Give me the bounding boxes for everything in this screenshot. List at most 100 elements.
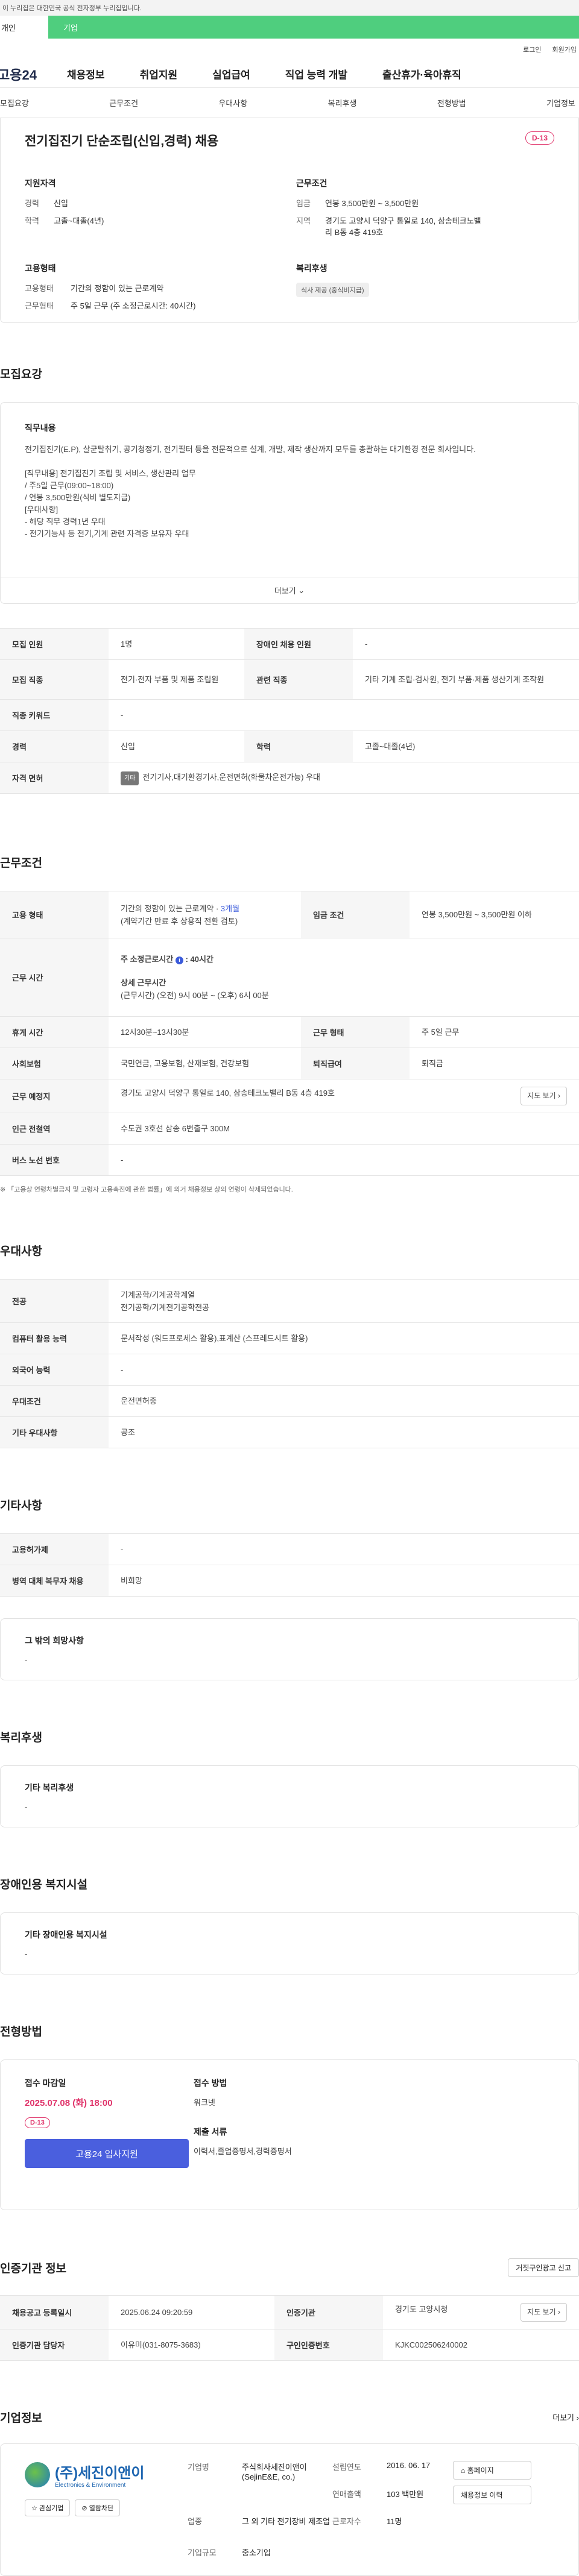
hours-detail: (근무시간) (오전) 9시 00분 ~ (오후) 6시 00분	[121, 991, 269, 1000]
homepage-button[interactable]: ⌂ 홈페이지	[453, 2461, 531, 2480]
license-chip: 기타	[121, 771, 139, 785]
employment-form-title: 고용형태	[25, 263, 56, 273]
table-key: 휴게 시간	[0, 1016, 109, 1048]
table-key: 버스 노선 번호	[0, 1144, 109, 1176]
work-section-title: 근무조건	[0, 857, 42, 870]
table-value: 기타 기계 조립·검사원, 전기 부품·제품 생산기계 조작원	[353, 659, 579, 700]
hours-detail-title: 상세 근무시간	[121, 978, 166, 987]
subnav-recruit[interactable]: 모집요강	[0, 97, 29, 108]
docs-title: 제출 서류	[194, 2127, 227, 2137]
chevron-right-icon: ›	[558, 1092, 560, 1100]
star-icon: ☆	[31, 2505, 37, 2512]
tab-person[interactable]: 개인	[0, 16, 48, 39]
duty-line: 전기집진기(E.P), 살균탈취기, 공기청정기, 전기필터 등을 전문적으로 …	[25, 445, 476, 454]
duty-card: 직무내용 전기집진기(E.P), 살균탈취기, 공기청정기, 전기필터 등을 전…	[0, 402, 579, 604]
qual-key: 경력	[25, 199, 39, 208]
license-value: 전기기사,대기환경기사,운전면허(화물차운전가능) 우대	[142, 772, 320, 782]
company-section: 기업정보 더보기 › (주)세진이앤이 Electronics & Enviro…	[0, 2361, 579, 2576]
site-logo[interactable]: 고용24	[0, 64, 67, 84]
table-row: 인근 전철역 수도권 3호선 삼송 6번출구 300M	[0, 1113, 579, 1145]
chevron-down-icon: ⌄	[298, 585, 305, 595]
form-key: 근무형태	[25, 301, 54, 310]
cond-value: 연봉 3,500만원 ~ 3,500만원	[325, 199, 419, 208]
table-row: 경력 신입 학력 고졸~대졸(4년)	[0, 730, 579, 762]
job-history-button[interactable]: 채용정보 이력	[453, 2486, 531, 2504]
duty-line: / 주5일 근무(09:00~18:00)	[25, 481, 114, 490]
deadline-block: 접수 마감일 2025.07.08 (화) 18:00 D-13 고용24 입사…	[25, 2077, 194, 2193]
subnav-preferences[interactable]: 우대사항	[218, 97, 247, 108]
weekly-hours: 주 소정근로시간 i : 40시간	[121, 955, 214, 964]
table-value: 퇴직금	[410, 1048, 579, 1079]
disabled-facility-section: 장애인용 복지시설 기타 장애인용 복지시설 -	[0, 1827, 579, 1974]
welfare-value: -	[25, 1802, 28, 1811]
company-section-title: 기업정보	[0, 2412, 42, 2425]
process-card: 접수 마감일 2025.07.08 (화) 18:00 D-13 고용24 입사…	[0, 2059, 579, 2210]
gnb-parental-leave[interactable]: 출산휴가·육아휴직	[382, 66, 461, 81]
recruit-table: 모집 인원 1명 장애인 채용 인원 - 모집 직종 전기·전자 부품 및 제품 조립…	[0, 628, 579, 794]
table-value: 기타 전기기사,대기환경기사,운전면허(화물차운전가능) 우대	[109, 762, 579, 794]
table-value: -	[109, 1144, 579, 1176]
qualification-block: 지원자격 경력 신입 학력 고졸~대졸(4년)	[25, 177, 296, 244]
map-button[interactable]: 지도 보기 ›	[520, 1087, 567, 1105]
contract-period: 3개월	[220, 903, 240, 913]
work-table: 고용 형태 기간의 정함이 있는 근로계약 · 3개월 (계약기간 만료 후 상용…	[0, 891, 579, 1176]
signup-link[interactable]: 회원가입	[552, 45, 577, 54]
duty-line	[25, 456, 554, 468]
table-value: -	[353, 628, 579, 660]
table-row: 근무 예정지 경기도 고양시 덕양구 통일로 140, 삼송테크노밸리 B동 4…	[0, 1079, 579, 1113]
duty-more-button[interactable]: 더보기 ⌄	[1, 577, 578, 603]
company-info-spacer	[188, 2488, 242, 2505]
table-key: 근무 예정지	[0, 1079, 109, 1113]
dday-badge: D-13	[525, 131, 554, 145]
age-notice: ※ 「고용상 연령차별금지 및 고령자 고용촉진에 관한 법률」에 의거 채용정…	[0, 1186, 293, 1193]
cond-value: 경기도 고양시 덕양구 통일로 140, 삼송테크노밸리 B동 4층 419호	[325, 216, 481, 237]
report-false-ad-button[interactable]: 거짓구인광고 신고	[508, 2258, 579, 2277]
major-item: 기계공학/기계공학계열	[121, 1290, 195, 1299]
table-value: 경기도 고양시 덕양구 통일로 140, 삼송테크노밸리 B동 4층 419호 지…	[109, 1079, 579, 1113]
map-button-label: 지도 보기	[527, 1092, 556, 1100]
employment-form-value: 기간의 정함이 있는 근로계약 ·	[121, 903, 221, 913]
gnb-unemployment-benefit[interactable]: 실업급여	[212, 66, 250, 81]
company-info-key: 업종	[188, 2516, 202, 2526]
company-more-link[interactable]: 더보기 ›	[552, 2411, 579, 2423]
company-buttons: ⌂ 홈페이지 채용정보 이력	[453, 2461, 531, 2505]
etc-section-title: 기타사항	[0, 1500, 42, 1512]
table-key: 모집 직종	[0, 659, 109, 700]
subnav-conditions[interactable]: 근무조건	[109, 97, 138, 108]
employment-form-block: 고용형태 고용형태 기간의 정함이 있는 근로계약 근무형태 주 5일 근무 (주 …	[25, 262, 296, 318]
gnb-jobs[interactable]: 채용정보	[67, 66, 105, 81]
gnb-skill-development[interactable]: 직업 능력 개발	[285, 66, 347, 81]
interest-label: 관심기업	[39, 2505, 64, 2512]
global-nav: 고용24 채용정보 취업지원 실업급여 직업 능력 개발 출산휴가·육아휴직	[0, 60, 579, 88]
info-icon[interactable]: i	[175, 957, 183, 964]
agency-section-title: 인증기관 정보	[0, 2263, 67, 2275]
table-row: 병역 대체 복무자 채용 비희망	[0, 1565, 579, 1597]
interest-company-button[interactable]: ☆ 관심기업	[25, 2499, 71, 2516]
subnav-process[interactable]: 전형방법	[437, 97, 466, 108]
subnav-company[interactable]: 기업정보	[546, 97, 575, 108]
subnav-welfare[interactable]: 복리후생	[328, 97, 357, 108]
login-link[interactable]: 로그인	[523, 45, 541, 54]
apply-button[interactable]: 고용24 입사지원	[25, 2139, 189, 2168]
more-label: 더보기	[552, 2413, 575, 2422]
table-value: -	[109, 699, 579, 731]
disabled-card: 기타 장애인용 복지시설 -	[0, 1912, 579, 1974]
tab-company[interactable]: 기업	[48, 16, 579, 39]
table-key: 채용공고 등록일시	[0, 2295, 109, 2329]
company-info-value: 2016. 06. 17	[387, 2461, 431, 2470]
chevron-right-icon: ›	[558, 2308, 560, 2316]
gnb-employment-support[interactable]: 취업지원	[140, 66, 178, 81]
duty-line: [직무내용] 전기집진기 조립 및 서비스, 생산관리 업무	[25, 469, 196, 478]
preference-section: 우대사항 전공 기계공학/기계공학계열 전기공학/기계전기공학전공 컴퓨터 활용 …	[0, 1194, 579, 1448]
table-key: 인근 전철역	[0, 1113, 109, 1145]
table-key: 근무 시간	[0, 938, 109, 1017]
block-company-button[interactable]: ⊘ 열람차단	[75, 2499, 121, 2516]
work-address: 경기도 고양시 덕양구 통일로 140, 삼송테크노밸리 B동 4층 419호	[121, 1089, 335, 1098]
table-row: 전공 기계공학/기계공학계열 전기공학/기계전기공학전공	[0, 1279, 579, 1323]
agency-map-button[interactable]: 지도 보기 ›	[520, 2303, 567, 2322]
table-key: 병역 대체 복무자 채용	[0, 1565, 109, 1597]
docs-value: 이력서,졸업증명서,경력증명서	[194, 2147, 292, 2156]
table-value: 비희망	[109, 1565, 579, 1597]
table-value: 공조	[109, 1416, 579, 1448]
company-info-value: 11명	[387, 2516, 402, 2526]
